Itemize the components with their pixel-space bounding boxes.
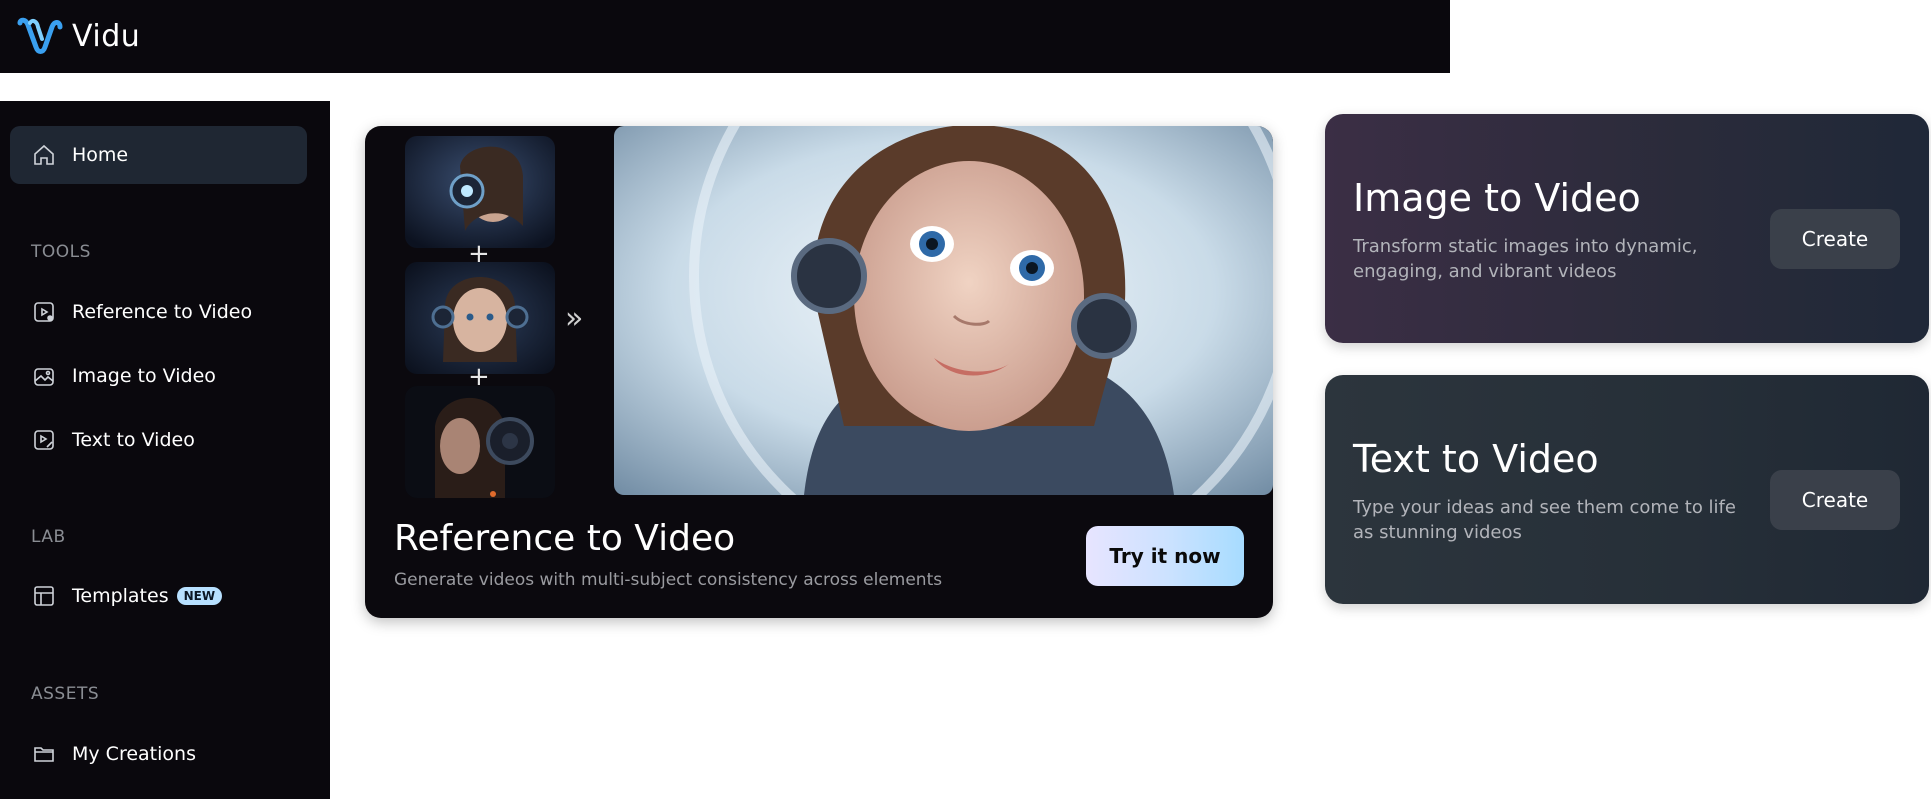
sidebar-item-image-to-video[interactable]: Image to Video [10, 347, 307, 405]
reference-thumbnail-1 [405, 136, 555, 248]
sidebar-item-templates[interactable]: Templates NEW [10, 567, 307, 625]
sidebar: Home TOOLS Reference to Video Image to V… [0, 101, 330, 799]
home-icon [34, 144, 54, 165]
sidebar-item-label: Home [72, 144, 129, 166]
sidebar-item-label: Reference to Video [72, 301, 253, 323]
sidebar-item-text-to-video[interactable]: Text to Video [10, 411, 307, 469]
sidebar-item-reference-to-video[interactable]: Reference to Video [10, 283, 307, 341]
image-video-icon [34, 368, 54, 386]
chevron-double-right-icon: » [565, 301, 584, 336]
vidu-logo[interactable]: Vidu [16, 17, 140, 57]
card-image-to-video[interactable]: Image to Video Transform static images i… [1325, 114, 1929, 343]
reference-thumbnail-3 [405, 386, 555, 498]
new-badge: NEW [176, 587, 223, 605]
text-video-icon [34, 430, 54, 450]
folder-icon [34, 747, 54, 762]
card-description: Transform static images into dynamic, en… [1353, 236, 1698, 282]
hero-image [614, 126, 1273, 495]
try-it-now-button[interactable]: Try it now [1086, 526, 1244, 586]
reference-thumbnail-2 [405, 262, 555, 374]
hero-title: Reference to Video [394, 518, 736, 559]
card-title: Text to Video [1353, 437, 1599, 481]
create-button-text-to-video[interactable]: Create [1770, 470, 1900, 530]
sidebar-item-label: Image to Video [72, 365, 216, 387]
card-text-to-video[interactable]: Text to Video Type your ideas and see th… [1325, 375, 1929, 604]
create-button-image-to-video[interactable]: Create [1770, 209, 1900, 269]
sidebar-item-label: My Creations [72, 743, 196, 765]
sidebar-item-label: Text to Video [72, 429, 195, 451]
vidu-logo-icon [17, 17, 63, 54]
card-description: Type your ideas and see them come to lif… [1353, 497, 1736, 543]
sidebar-item-label: Templates [72, 585, 169, 607]
hero-subtitle: Generate videos with multi-subject consi… [394, 570, 943, 590]
app-name: Vidu [72, 19, 141, 54]
sidebar-item-my-creations[interactable]: My Creations [10, 725, 307, 783]
templates-icon [34, 586, 54, 606]
sidebar-item-home[interactable]: Home [10, 126, 307, 184]
top-bar: Vidu [0, 0, 1450, 73]
hero-card-reference-to-video[interactable]: + + » Reference to Video Generate videos… [365, 126, 1273, 618]
card-title: Image to Video [1353, 176, 1641, 220]
section-label-tools: TOOLS [31, 242, 91, 262]
section-label-assets: ASSETS [31, 684, 100, 704]
section-label-lab: LAB [31, 527, 66, 547]
reference-video-icon [34, 302, 54, 322]
